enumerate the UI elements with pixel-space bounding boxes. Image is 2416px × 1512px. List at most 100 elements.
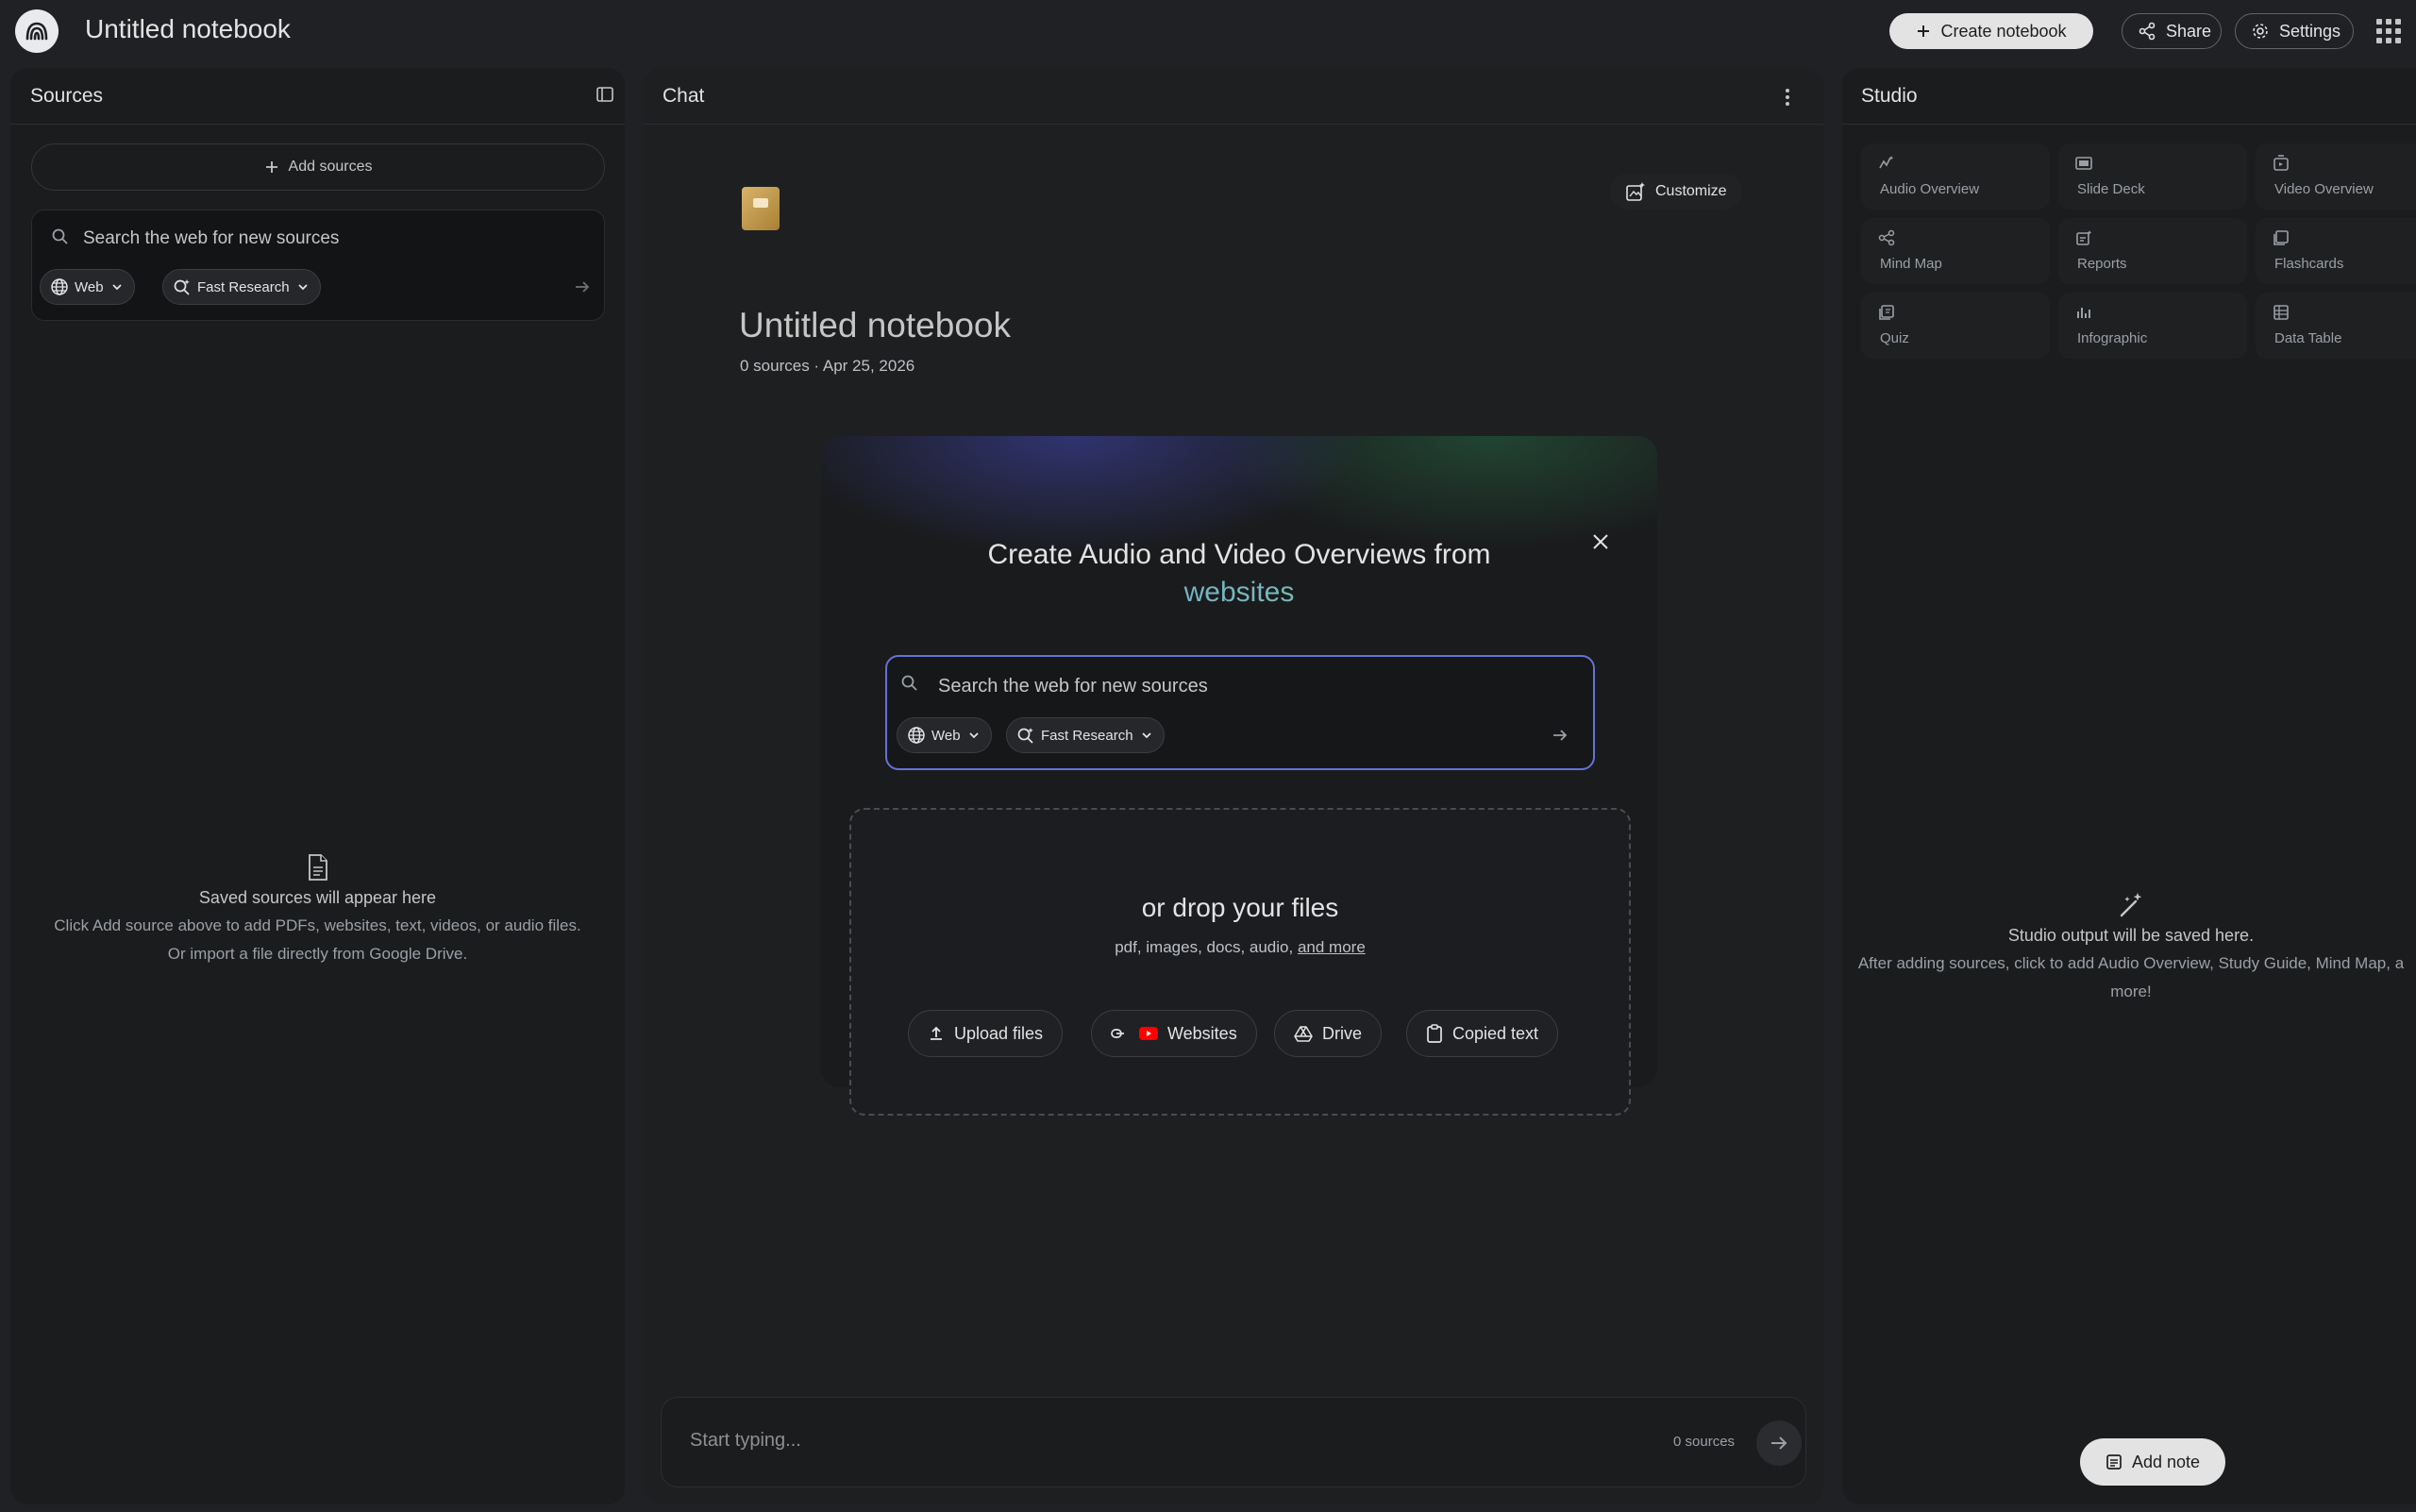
overview-title: Create Audio and Video Overviews from <box>987 539 1491 570</box>
table-icon <box>2273 304 2290 321</box>
chat-input[interactable]: Start typing... <box>690 1430 801 1452</box>
flashcards-label: Flashcards <box>2274 256 2344 272</box>
create-notebook-label: Create notebook <box>1940 21 2067 41</box>
search-input[interactable]: Search the web for new sources <box>83 228 339 249</box>
quiz-icon <box>1878 304 1895 321</box>
collapse-panel-icon[interactable] <box>596 85 614 104</box>
research-search-icon <box>173 277 192 296</box>
note-icon <box>2106 1453 2122 1470</box>
audio-overview-tile[interactable]: Audio Overview <box>1861 143 2050 210</box>
studio-title: Studio <box>1861 85 1918 107</box>
add-note-label: Add note <box>2131 1452 2201 1471</box>
research-mode-select[interactable]: Fast Research <box>1006 717 1165 753</box>
data-table-label: Data Table <box>2274 330 2342 346</box>
customize-button[interactable]: Customize <box>1610 174 1742 210</box>
add-sources-label: Add sources <box>288 159 373 175</box>
studio-panel: Studio Audio Overview Slide Deck Video O… <box>1842 68 2416 1504</box>
mind-map-label: Mind Map <box>1880 256 1942 272</box>
studio-empty-line-2: more! <box>2110 983 2152 1000</box>
drive-button[interactable]: Drive <box>1274 1010 1383 1057</box>
research-mode-select[interactable]: Fast Research <box>162 269 321 305</box>
upload-files-button[interactable]: Upload files <box>908 1010 1064 1057</box>
arrow-right-icon <box>1769 1433 1789 1453</box>
settings-label: Settings <box>2279 21 2341 41</box>
data-table-tile[interactable]: Data Table <box>2256 293 2416 359</box>
web-chip-label: Web <box>75 278 104 295</box>
arrow-right-icon <box>1551 726 1569 745</box>
add-sources-button[interactable]: Add sources <box>31 143 605 191</box>
drive-icon <box>1294 1025 1313 1042</box>
notebook-emoji-icon <box>742 187 780 230</box>
gear-icon <box>2251 22 2270 41</box>
web-chip-label: Web <box>931 727 961 744</box>
drop-subtitle: pdf, images, docs, audio, and more <box>851 938 1629 957</box>
close-icon[interactable] <box>1587 529 1614 555</box>
copied-text-button[interactable]: Copied text <box>1406 1010 1559 1057</box>
drive-label: Drive <box>1322 1023 1363 1043</box>
arrow-right-icon <box>573 277 592 296</box>
search-icon <box>900 674 919 693</box>
chevron-down-icon <box>109 279 125 294</box>
submit-search-button[interactable] <box>1542 717 1578 753</box>
notebooklm-logo-icon[interactable] <box>15 9 59 53</box>
web-source-select[interactable]: Web <box>40 269 135 305</box>
empty-title: Saved sources will appear here <box>198 888 437 907</box>
sources-title: Sources <box>30 85 104 107</box>
submit-search-button[interactable] <box>564 269 600 305</box>
infographic-label: Infographic <box>2077 330 2148 346</box>
add-note-button[interactable]: Add note <box>2080 1438 2225 1486</box>
more-vert-icon[interactable] <box>1784 87 1791 108</box>
web-source-select[interactable]: Web <box>897 717 992 753</box>
video-overview-label: Video Overview <box>2274 181 2374 197</box>
research-search-icon <box>1016 726 1035 745</box>
chevron-down-icon <box>1139 728 1154 743</box>
reports-label: Reports <box>2077 256 2127 272</box>
create-notebook-button[interactable]: Create notebook <box>1889 13 2093 49</box>
infographic-tile[interactable]: Infographic <box>2058 293 2247 359</box>
send-button[interactable] <box>1756 1420 1802 1466</box>
websites-button[interactable]: Websites <box>1091 1010 1257 1057</box>
upload-files-label: Upload files <box>954 1023 1044 1043</box>
and-more-link[interactable]: and more <box>1298 938 1366 956</box>
share-label: Share <box>2166 21 2212 41</box>
chat-header: Chat <box>644 68 1823 125</box>
drop-file-types: pdf, images, docs, audio, <box>1115 938 1294 956</box>
youtube-icon <box>1139 1027 1158 1040</box>
upload-icon <box>928 1025 945 1042</box>
customize-label: Customize <box>1655 183 1727 199</box>
overview-web-search: Search the web for new sources Web Fast … <box>885 655 1595 770</box>
studio-empty-title: Studio output will be saved here. <box>2007 926 2255 945</box>
video-overview-tile[interactable]: Video Overview <box>2256 143 2416 210</box>
slides-icon <box>2075 155 2092 172</box>
sources-empty-state: Saved sources will appear here Click Add… <box>10 853 625 968</box>
reports-tile[interactable]: Reports <box>2058 218 2247 284</box>
chat-title: Chat <box>663 85 705 107</box>
plus-icon <box>264 160 279 175</box>
video-icon <box>2273 155 2290 172</box>
chevron-down-icon <box>966 728 982 743</box>
search-icon <box>51 227 70 246</box>
flashcards-tile[interactable]: Flashcards <box>2256 218 2416 284</box>
quiz-label: Quiz <box>1880 330 1909 346</box>
studio-empty-state: Studio output will be saved here. After … <box>1848 891 2414 1006</box>
file-drop-zone[interactable]: or drop your files pdf, images, docs, au… <box>849 808 1631 1116</box>
notebook-title[interactable]: Untitled notebook <box>85 14 291 44</box>
link-icon <box>1111 1027 1130 1040</box>
overview-title-accent: websites <box>821 574 1657 612</box>
reports-icon <box>2075 229 2092 246</box>
apps-grid-icon[interactable] <box>2376 19 2401 43</box>
overview-search-input[interactable]: Search the web for new sources <box>938 676 1208 697</box>
chat-composer: Start typing... 0 sources <box>661 1397 1806 1487</box>
share-button[interactable]: Share <box>2122 13 2222 49</box>
plus-icon <box>1916 24 1931 39</box>
flashcards-icon <box>2273 229 2290 246</box>
studio-header: Studio <box>1842 68 2416 125</box>
copied-text-label: Copied text <box>1452 1023 1539 1043</box>
document-icon <box>10 853 625 882</box>
quiz-tile[interactable]: Quiz <box>1861 293 2050 359</box>
share-icon <box>2138 22 2156 41</box>
settings-button[interactable]: Settings <box>2235 13 2354 49</box>
customize-icon <box>1625 181 1646 202</box>
slide-deck-tile[interactable]: Slide Deck <box>2058 143 2247 210</box>
mind-map-tile[interactable]: Mind Map <box>1861 218 2050 284</box>
